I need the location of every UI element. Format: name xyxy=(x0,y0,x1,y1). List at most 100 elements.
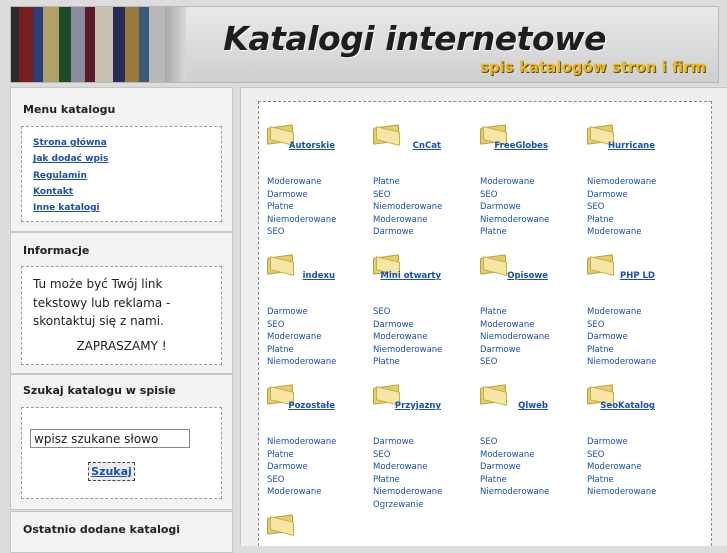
tag-link[interactable]: Płatne xyxy=(587,344,656,357)
category-link[interactable]: FreeGlobes xyxy=(480,141,548,151)
tag-link[interactable]: Darmowe xyxy=(587,189,656,202)
tag-link[interactable]: Moderowane xyxy=(267,331,336,344)
tag-link[interactable]: Niemoderowane xyxy=(480,214,549,227)
tag-link[interactable]: Płatne xyxy=(267,449,336,462)
category-link[interactable]: Przyjazny xyxy=(373,401,441,411)
recent-title: Ostatnio dodane katalogi xyxy=(23,523,181,536)
tag-link[interactable]: Moderowane xyxy=(373,214,442,227)
tag-link[interactable]: Płatne xyxy=(587,474,656,487)
search-button[interactable]: Szukaj xyxy=(88,462,135,481)
tag-link[interactable]: Moderowane xyxy=(587,226,656,239)
tag-link[interactable]: Darmowe xyxy=(480,461,549,474)
menu-link-home[interactable]: Strona główna xyxy=(33,135,108,151)
tag-link[interactable]: Niemoderowane xyxy=(480,486,549,499)
tag-link[interactable]: SEO xyxy=(267,474,336,487)
tag-link[interactable]: Darmowe xyxy=(267,306,336,319)
category-tags: Darmowe SEO Moderowane Płatne Niemoderowane xyxy=(587,436,656,499)
site-title: Katalogi internetowe xyxy=(223,19,606,58)
tag-link[interactable]: Moderowane xyxy=(373,461,442,474)
category-link[interactable]: PHP LD xyxy=(587,271,655,281)
tag-link[interactable]: Płatne xyxy=(267,201,336,214)
tag-link[interactable]: Niemoderowane xyxy=(587,176,656,189)
tag-link[interactable]: Moderowane xyxy=(587,306,656,319)
tag-link[interactable]: Płatne xyxy=(480,474,549,487)
category-tags: Niemoderowane Darmowe SEO Płatne Moderowane xyxy=(587,176,656,239)
tag-link[interactable]: Moderowane xyxy=(480,176,549,189)
tag-link[interactable]: Niemoderowane xyxy=(587,356,656,369)
tag-link[interactable]: Niemoderowane xyxy=(373,344,442,357)
tag-link[interactable]: SEO xyxy=(373,306,442,319)
tag-link[interactable]: Darmowe xyxy=(267,461,336,474)
folder-icon xyxy=(587,124,614,146)
tag-link[interactable]: SEO xyxy=(480,436,549,449)
category-link[interactable]: Hurricane xyxy=(587,141,655,151)
tag-link[interactable]: Płatne xyxy=(480,226,549,239)
category-tags: Moderowane Darmowe Płatne Niemoderowane SEO xyxy=(267,176,336,239)
tag-link[interactable]: SEO xyxy=(373,449,442,462)
tag-link[interactable]: Płatne xyxy=(373,176,442,189)
tag-link[interactable]: SEO xyxy=(587,449,656,462)
tag-link[interactable]: Darmowe xyxy=(373,226,442,239)
menu-link-how-to-add[interactable]: Jak dodać wpis xyxy=(33,151,108,167)
menu-list: Strona główna Jak dodać wpis Regulamin K… xyxy=(21,126,222,222)
tag-link[interactable]: SEO xyxy=(373,189,442,202)
tag-link[interactable]: Darmowe xyxy=(480,201,549,214)
menu-title: Menu katalogu xyxy=(23,103,116,116)
tag-link[interactable]: Moderowane xyxy=(373,331,442,344)
tag-link[interactable]: SEO xyxy=(267,319,336,332)
tag-link[interactable]: Niemoderowane xyxy=(480,331,549,344)
tag-link[interactable]: Darmowe xyxy=(587,436,656,449)
tag-link[interactable]: Płatne xyxy=(267,344,336,357)
tag-link[interactable]: SEO xyxy=(587,201,656,214)
category-link[interactable]: CnCat xyxy=(373,141,441,151)
category-link[interactable]: indexu xyxy=(267,271,335,281)
folder-icon xyxy=(480,384,507,406)
tag-link[interactable]: Płatne xyxy=(373,356,442,369)
tag-link[interactable]: Moderowane xyxy=(480,319,549,332)
tag-link[interactable]: SEO xyxy=(480,356,549,369)
tag-link[interactable]: Darmowe xyxy=(373,319,442,332)
tag-link[interactable]: Ogrzewanie xyxy=(373,499,442,512)
menu-link-rules[interactable]: Regulamin xyxy=(33,168,108,184)
category-tags: SEO Darmowe Moderowane Niemoderowane Płatne xyxy=(373,306,442,369)
tag-link[interactable]: Moderowane xyxy=(480,449,549,462)
tag-link[interactable]: Niemoderowane xyxy=(587,486,656,499)
tag-link[interactable]: Moderowane xyxy=(267,176,336,189)
site-header: Katalogi internetowe spis katalogów stro… xyxy=(10,6,719,83)
tag-link[interactable]: Darmowe xyxy=(267,189,336,202)
search-input[interactable] xyxy=(30,429,190,448)
category-link[interactable]: SeoKatalog xyxy=(587,401,655,411)
books-banner-image xyxy=(11,7,186,82)
menu-link-other-catalogs[interactable]: Inne katalogi xyxy=(33,200,108,216)
category-link[interactable]: Mini otwarty xyxy=(373,271,441,281)
tag-link[interactable]: Płatne xyxy=(373,474,442,487)
tag-link[interactable]: SEO xyxy=(267,226,336,239)
tag-link[interactable]: Moderowane xyxy=(587,461,656,474)
tag-link[interactable]: Niemoderowane xyxy=(267,436,336,449)
folder-icon xyxy=(267,124,294,146)
tag-link[interactable]: SEO xyxy=(587,319,656,332)
tag-link[interactable]: Płatne xyxy=(480,306,549,319)
category-link[interactable]: Qlweb xyxy=(480,401,548,411)
tag-link[interactable]: Płatne xyxy=(587,214,656,227)
tag-link[interactable]: Darmowe xyxy=(480,344,549,357)
category-link[interactable]: Pozostałe xyxy=(267,401,335,411)
tag-link[interactable]: Niemoderowane xyxy=(267,214,336,227)
tag-link[interactable]: Niemoderowane xyxy=(373,486,442,499)
tag-link[interactable]: Niemoderowane xyxy=(267,356,336,369)
tag-link[interactable]: Niemoderowane xyxy=(373,201,442,214)
tag-link[interactable]: SEO xyxy=(480,189,549,202)
folder-icon xyxy=(480,254,507,276)
tag-link[interactable]: Darmowe xyxy=(373,436,442,449)
category-tags: Moderowane SEO Darmowe Niemoderowane Płatne xyxy=(480,176,549,239)
tag-link[interactable]: Moderowane xyxy=(267,486,336,499)
category-tags: Darmowe SEO Moderowane Płatne Niemoderowane xyxy=(267,306,336,369)
tag-link[interactable]: Darmowe xyxy=(587,331,656,344)
info-panel: Informacje Tu może być Twój link tekstow… xyxy=(10,232,233,374)
category-link[interactable]: Opisowe xyxy=(480,271,548,281)
folder-icon xyxy=(587,384,614,406)
menu-link-contact[interactable]: Kontakt xyxy=(33,184,108,200)
info-text: Tu może być Twój link tekstowy lub rekla… xyxy=(33,277,171,328)
category-tags: Niemoderowane Płatne Darmowe SEO Moderowane xyxy=(267,436,336,499)
category-link[interactable]: Autorskie xyxy=(267,141,335,151)
